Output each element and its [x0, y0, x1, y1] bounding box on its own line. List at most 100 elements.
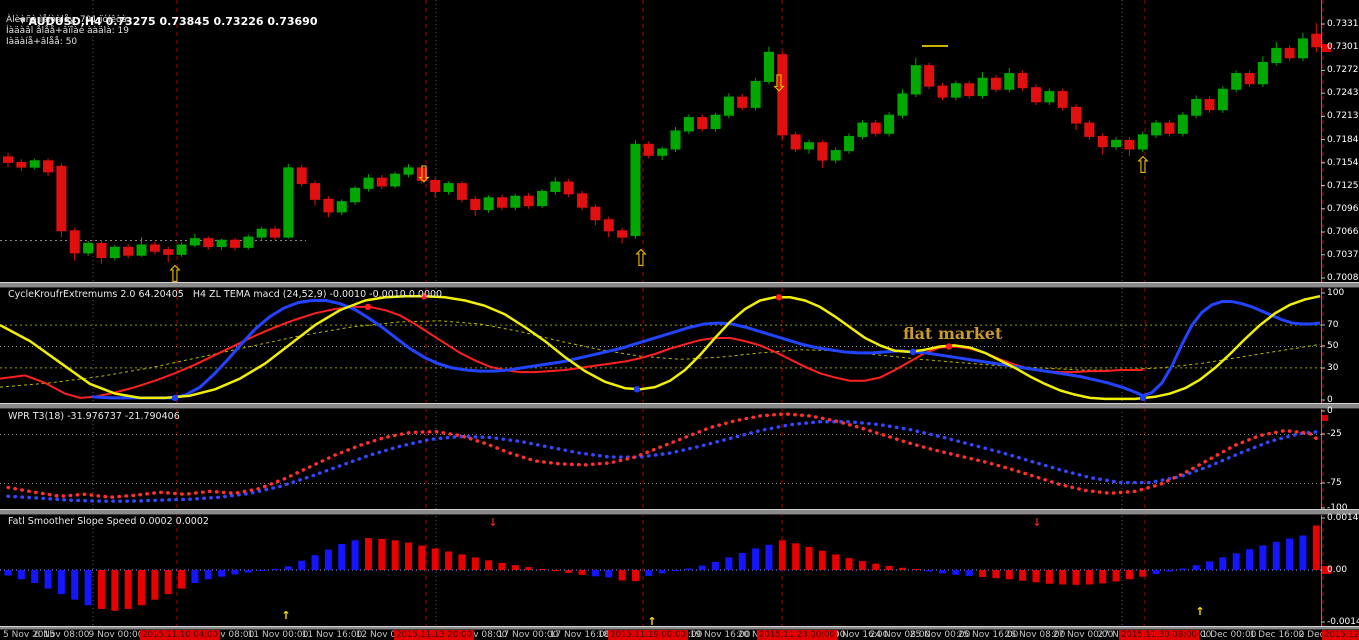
- time-axis-label: 11 Nov 00:00: [248, 630, 309, 640]
- mt4-chart-window[interactable]: ⇧⇩⇧⇩⇧↑↑↑↓↓ ▼AUDUSD,H4 0.73275 0.73845 0.…: [0, 0, 1359, 640]
- candle-body: [511, 196, 520, 207]
- scale-label: 0.72720: [1327, 65, 1359, 75]
- histogram-bar: [5, 570, 12, 576]
- vline-date-badge[interactable]: 2015.11.23 00:00: [757, 630, 837, 640]
- histogram-bar: [445, 551, 452, 570]
- indicator-info-line: Iàäàíå+âlåå: 50: [6, 37, 77, 47]
- histogram-bar: [1286, 538, 1293, 570]
- time-axis-label: 1 Dec 00:00: [1202, 630, 1257, 640]
- histogram-bar: [85, 570, 92, 605]
- candle-body: [377, 178, 386, 186]
- candle-body: [404, 168, 413, 174]
- histogram-bar: [926, 570, 933, 571]
- histogram-bar: [846, 558, 853, 570]
- vline-date-badge[interactable]: 2015.11.13 20:00: [394, 630, 474, 640]
- panel-separator[interactable]: [0, 282, 1359, 288]
- candle-body: [204, 239, 213, 247]
- candle-body: [1285, 48, 1294, 57]
- histogram-bar: [939, 570, 946, 573]
- small-up-arrow-icon[interactable]: ↑: [1195, 605, 1204, 618]
- down-arrow-icon[interactable]: ⇩: [769, 71, 788, 97]
- small-down-arrow-icon[interactable]: ↓: [1032, 516, 1041, 529]
- histogram-bar: [1139, 570, 1146, 577]
- histogram-bar: [712, 562, 719, 570]
- candle-body: [698, 118, 707, 129]
- candle-body: [724, 97, 733, 115]
- candle-body: [1178, 115, 1187, 133]
- panel-separator[interactable]: [0, 403, 1359, 409]
- histogram-bar: [472, 557, 479, 570]
- indicator-info-line: Íàäàâl ålåå+âïîàé ààälà: 19: [6, 26, 129, 36]
- time-axis-label: 9 Nov 00:00: [89, 630, 144, 640]
- chart-canvas[interactable]: ⇧⇩⇧⇩⇧↑↑↑↓↓: [0, 0, 1359, 640]
- candle-body: [257, 229, 266, 237]
- small-down-arrow-icon[interactable]: ↓: [488, 516, 497, 529]
- histogram-bar: [418, 546, 425, 570]
- candle-body: [711, 115, 720, 128]
- scale-label: 0.00: [1327, 565, 1347, 575]
- down-arrow-icon[interactable]: ⇩: [414, 162, 433, 188]
- small-up-arrow-icon[interactable]: ↑: [281, 609, 290, 622]
- candle-body: [230, 240, 239, 247]
- histogram-bar: [1246, 549, 1253, 570]
- scale-label: 0.72430: [1327, 88, 1359, 98]
- vline-date-badge[interactable]: 2015.11.19 00:00: [608, 630, 688, 640]
- histogram-bar: [352, 540, 359, 570]
- histogram-bar: [1219, 557, 1226, 570]
- candle-body: [871, 123, 880, 133]
- candle-body: [30, 161, 39, 167]
- scale-label: 0.0014: [1327, 513, 1359, 523]
- candle-body: [1005, 74, 1014, 90]
- histogram-bar: [111, 570, 118, 611]
- vline-date-badge[interactable]: 2015.11.30 08:00: [1119, 630, 1199, 640]
- scale-label: 0: [1327, 406, 1333, 416]
- scale-label: 0.73015: [1327, 42, 1359, 52]
- histogram-bar: [619, 570, 626, 580]
- panel-separator[interactable]: [0, 509, 1359, 515]
- histogram-bar: [806, 547, 813, 570]
- histogram-bar: [966, 570, 973, 576]
- candle-body: [831, 151, 840, 160]
- candle-body: [991, 78, 1000, 89]
- histogram-bar: [165, 570, 172, 594]
- up-arrow-icon[interactable]: ⇧: [1133, 153, 1152, 179]
- histogram-bar: [672, 570, 679, 571]
- histogram-bar: [765, 545, 772, 570]
- extremum-blue-dot: [634, 386, 640, 392]
- scale-label: 0.71545: [1327, 158, 1359, 168]
- histogram-bar: [151, 570, 158, 600]
- candle-body: [97, 243, 106, 257]
- histogram-bar: [272, 569, 279, 570]
- histogram-bar: [71, 570, 78, 600]
- candle-body: [564, 182, 573, 194]
- histogram-bar: [832, 554, 839, 570]
- histogram-bar: [872, 564, 879, 570]
- candle-body: [244, 237, 253, 247]
- candle-body: [538, 191, 547, 205]
- flat-market-annotation[interactable]: flat market: [903, 324, 1002, 343]
- up-arrow-icon[interactable]: ⇧: [631, 246, 650, 272]
- histogram-bar: [952, 570, 959, 575]
- extremum-red-dot: [946, 343, 952, 349]
- histogram-bar: [819, 551, 826, 570]
- histogram-bar: [258, 570, 265, 571]
- wpr-red-dotted-line: [8, 414, 1320, 497]
- candle-body: [4, 157, 13, 163]
- histogram-bar: [1059, 570, 1066, 584]
- candle-body: [1072, 107, 1081, 123]
- histogram-bar: [1179, 569, 1186, 570]
- histogram-bar: [1006, 570, 1013, 579]
- histogram-bar: [285, 566, 292, 570]
- candle-body: [1152, 123, 1161, 135]
- vline-date-badge[interactable]: 2015.11.10 04:00: [140, 630, 220, 640]
- histogram-bar: [18, 570, 25, 579]
- candle-body: [618, 231, 627, 237]
- histogram-bar: [205, 570, 212, 579]
- candle-body: [684, 118, 693, 131]
- candle-body: [925, 66, 934, 86]
- vline-date-badge[interactable]: 2015.12.03 00:00: [1322, 630, 1359, 640]
- histogram-bar: [1299, 535, 1306, 570]
- candle-body: [858, 123, 867, 136]
- histogram-bar: [1113, 570, 1120, 582]
- scale-label: 100: [1327, 288, 1344, 298]
